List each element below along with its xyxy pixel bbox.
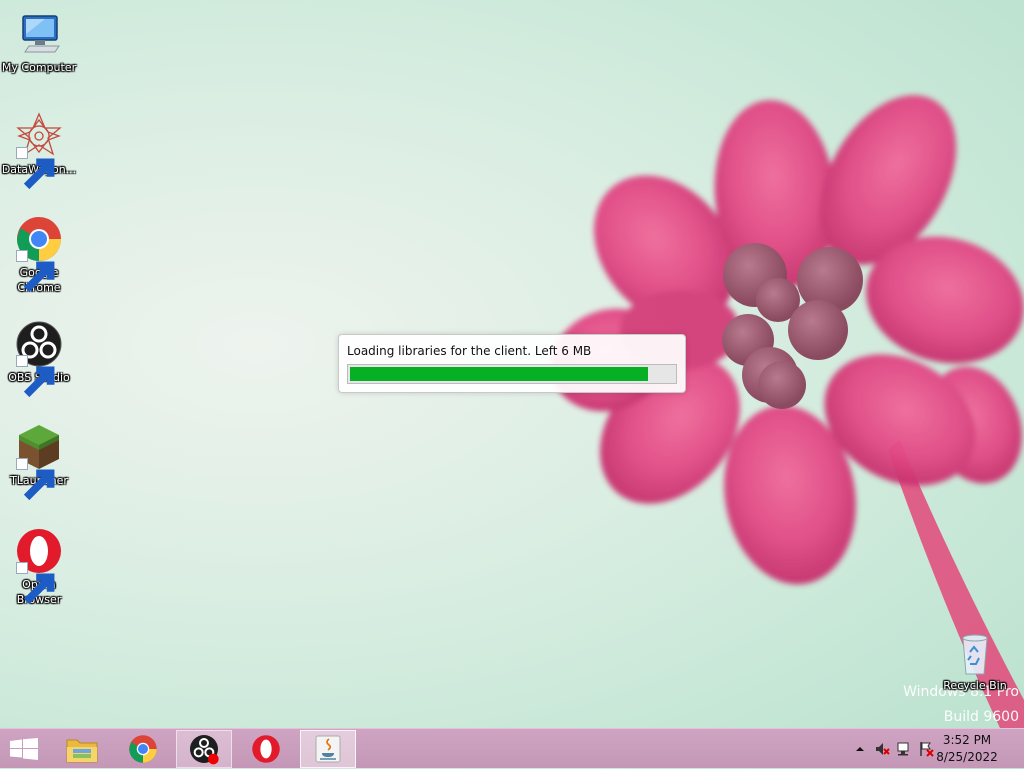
desktop-icon-label: Recycle Bin — [943, 679, 1007, 692]
shortcut-arrow-icon — [16, 458, 55, 501]
clock-time: 3:52 PM — [942, 733, 992, 747]
volume-muted-icon[interactable] — [874, 741, 890, 757]
taskbar-clock[interactable]: 3:52 PM 8/25/2022 — [932, 732, 1002, 766]
folder-icon — [66, 739, 98, 763]
windows-watermark-build: Build 9600 — [943, 709, 1019, 725]
java-icon — [315, 735, 341, 763]
clock-date: 8/25/2022 — [936, 750, 998, 764]
start-button[interactable] — [0, 729, 48, 769]
taskbar-opera[interactable] — [238, 730, 294, 768]
taskbar-file-explorer[interactable] — [54, 730, 110, 768]
computer-icon — [22, 15, 60, 53]
desktop-icon-google-chrome[interactable]: Google Chrome — [0, 215, 78, 295]
progress-bar — [347, 364, 677, 384]
taskbar-chrome[interactable] — [115, 730, 171, 768]
opera-icon — [252, 735, 280, 763]
progress-bar-fill — [350, 367, 648, 381]
progress-message: Loading libraries for the client. Left 6… — [347, 344, 592, 358]
chrome-icon — [129, 735, 157, 763]
shortcut-arrow-icon — [16, 355, 55, 398]
taskbar: 3:52 PM 8/25/2022 — [0, 728, 1024, 768]
network-icon[interactable] — [896, 741, 912, 757]
taskbar-obs-studio[interactable] — [176, 730, 232, 768]
desktop-icon-tlauncher[interactable]: TLauncher — [0, 423, 78, 501]
obs-recording-icon — [190, 735, 219, 765]
desktop-icon-label: My Computer — [1, 61, 77, 74]
system-tray: 3:52 PM 8/25/2022 — [834, 729, 1024, 769]
loading-progress-dialog: Loading libraries for the client. Left 6… — [338, 334, 686, 393]
desktop-icon-datawagon[interactable]: DataWagon... — [0, 112, 78, 190]
taskbar-java[interactable] — [300, 730, 356, 768]
show-hidden-icons-chevron[interactable] — [852, 741, 868, 757]
recycle-bin-icon — [962, 634, 988, 675]
shortcut-arrow-icon — [16, 147, 55, 190]
desktop-icon-obs-studio[interactable]: OBS Studio — [0, 320, 78, 398]
shortcut-arrow-icon — [16, 250, 55, 293]
shortcut-arrow-icon — [16, 562, 55, 605]
desktop-icon-recycle-bin[interactable]: Recycle Bin — [936, 630, 1014, 693]
windows-logo-icon — [10, 738, 38, 760]
desktop-icon-my-computer[interactable]: My Computer — [0, 10, 78, 75]
desktop-icon-opera-browser[interactable]: Opera Browser — [0, 527, 78, 607]
